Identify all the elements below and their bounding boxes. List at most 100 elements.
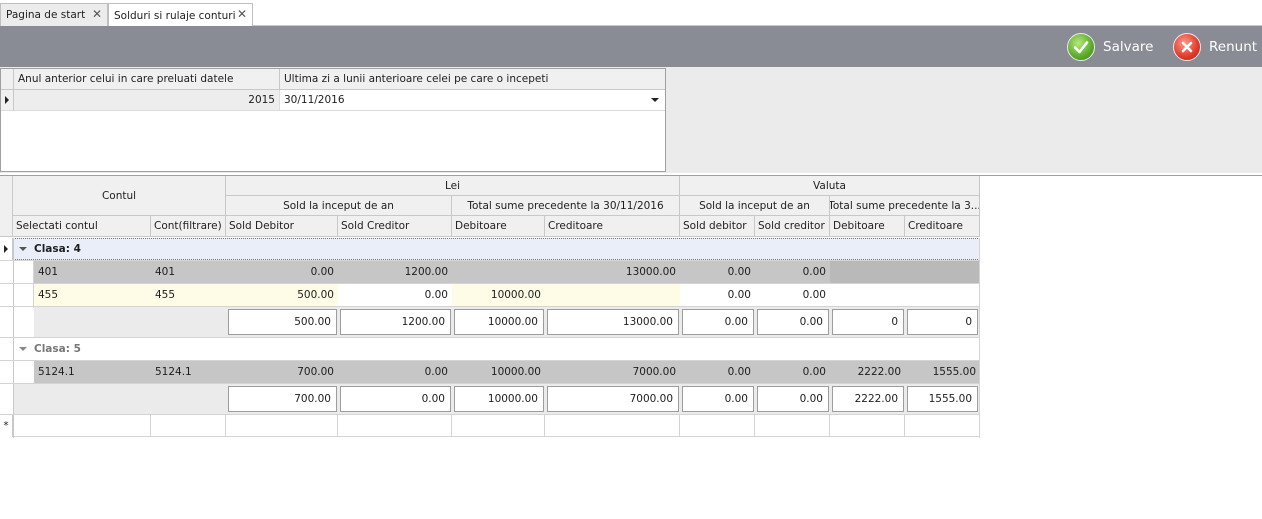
cancel-label: Renunt bbox=[1209, 38, 1258, 55]
table-cell[interactable]: 0.00 bbox=[680, 284, 755, 306]
table-cell[interactable]: 0.00 bbox=[680, 261, 755, 283]
total-cell: 0.00 bbox=[340, 386, 451, 412]
grid-line bbox=[225, 415, 226, 437]
current-row-arrow-icon bbox=[5, 96, 9, 104]
total-cell: 1555.00 bbox=[907, 386, 978, 412]
table-cell[interactable]: 455 bbox=[151, 284, 226, 306]
table-cell[interactable]: 0.00 bbox=[755, 261, 830, 283]
tab-label: Pagina de start bbox=[6, 9, 86, 21]
grid-line bbox=[829, 415, 830, 437]
total-cell: 0.00 bbox=[757, 386, 829, 412]
table-cell[interactable] bbox=[905, 261, 980, 283]
group-label: Clasa: 5 bbox=[34, 343, 81, 355]
table-cell[interactable]: 0.00 bbox=[226, 261, 338, 283]
band-lei-total: Total sume precedente la 30/11/2016 bbox=[452, 196, 680, 216]
total-cell: 500.00 bbox=[228, 309, 337, 335]
table-cell[interactable] bbox=[830, 261, 905, 283]
table-cell[interactable]: 10000.00 bbox=[452, 361, 545, 383]
grid-line bbox=[0, 260, 980, 261]
total-cell: 10000.00 bbox=[454, 309, 544, 335]
chevron-down-icon[interactable] bbox=[651, 98, 659, 102]
cancel-button[interactable]: Renunt bbox=[1173, 32, 1257, 61]
table-cell[interactable] bbox=[905, 284, 980, 306]
column-header-year[interactable]: Anul anterior celui in care preluati dat… bbox=[14, 69, 280, 90]
table-cell[interactable]: 0.00 bbox=[680, 361, 755, 383]
row-indicator[interactable] bbox=[0, 238, 13, 260]
new-row-indicator[interactable]: * bbox=[0, 415, 13, 437]
table-cell[interactable]: 5124.1 bbox=[34, 361, 151, 383]
table-cell[interactable]: 0.00 bbox=[755, 284, 830, 306]
total-cell: 2222.00 bbox=[832, 386, 904, 412]
grid-line bbox=[754, 415, 755, 437]
column-header-valuta-creditoare[interactable]: Creditoare bbox=[905, 216, 980, 237]
grid-line bbox=[0, 337, 980, 338]
save-label: Salvare bbox=[1103, 38, 1154, 55]
current-row-arrow-icon bbox=[4, 245, 8, 253]
grid-line bbox=[33, 260, 34, 308]
band-valuta-sold: Sold la inceput de an bbox=[680, 196, 830, 216]
table-cell[interactable]: 2222.00 bbox=[830, 361, 905, 383]
header-corner bbox=[0, 176, 13, 237]
table-cell[interactable]: 10000.00 bbox=[452, 284, 545, 306]
total-cell: 0.00 bbox=[757, 309, 829, 335]
column-header-date[interactable]: Ultima zi a lunii anterioare celei pe ca… bbox=[280, 69, 665, 90]
parameters-panel: Anul anterior celui in care preluati dat… bbox=[0, 67, 1262, 173]
date-select[interactable]: 30/11/2016 bbox=[280, 90, 665, 111]
table-cell[interactable]: 401 bbox=[151, 261, 226, 283]
table-cell[interactable]: 0.00 bbox=[755, 361, 830, 383]
check-circle-icon bbox=[1067, 32, 1095, 61]
column-header-cont-filtrare[interactable]: Cont(filtrare) bbox=[151, 216, 226, 237]
close-icon[interactable]: ✕ bbox=[237, 7, 247, 21]
column-header-valuta-sold-debitor[interactable]: Sold debitor bbox=[680, 216, 755, 237]
table-cell[interactable]: 1200.00 bbox=[338, 261, 452, 283]
table-cell[interactable] bbox=[545, 284, 680, 306]
tab-solduri-si-rulaje-conturi[interactable]: Solduri si rulaje conturi ✕ bbox=[108, 3, 253, 27]
table-cell[interactable]: 500.00 bbox=[226, 284, 338, 306]
table-cell[interactable]: 7000.00 bbox=[545, 361, 680, 383]
band-valuta: Valuta bbox=[680, 176, 980, 196]
band-contul: Contul bbox=[13, 176, 226, 216]
total-cell: 1200.00 bbox=[340, 309, 451, 335]
tab-bar: Pagina de start ✕ Solduri si rulaje cont… bbox=[0, 0, 1262, 27]
tab-pagina-de-start[interactable]: Pagina de start ✕ bbox=[0, 3, 108, 26]
band-lei-sold: Sold la inceput de an bbox=[226, 196, 452, 216]
save-button[interactable]: Salvare bbox=[1067, 32, 1153, 61]
group-row-clasa-4[interactable]: Clasa: 4 bbox=[13, 238, 980, 260]
table-cell[interactable]: 13000.00 bbox=[545, 261, 680, 283]
table-cell[interactable] bbox=[830, 284, 905, 306]
chevron-down-icon[interactable] bbox=[19, 247, 27, 251]
total-cell: 0 bbox=[832, 309, 904, 335]
column-header-valuta-sold-creditor[interactable]: Sold creditor bbox=[755, 216, 830, 237]
table-cell[interactable]: 401 bbox=[34, 261, 151, 283]
table-cell[interactable] bbox=[452, 261, 545, 283]
close-icon[interactable]: ✕ bbox=[92, 7, 102, 21]
column-header-sold-creditor[interactable]: Sold Creditor bbox=[338, 216, 452, 237]
table-cell[interactable]: 1555.00 bbox=[905, 361, 980, 383]
grid-line bbox=[451, 415, 452, 437]
grid-line bbox=[0, 414, 980, 415]
group-row-clasa-5[interactable]: Clasa: 5 bbox=[13, 338, 980, 360]
table-cell[interactable]: 5124.1 bbox=[151, 361, 226, 383]
column-header-selectati-contul[interactable]: Selectati contul bbox=[13, 216, 151, 237]
asterisk-icon: * bbox=[3, 420, 9, 432]
toolbar: Salvare Renunt bbox=[0, 26, 1262, 67]
row-indicator[interactable] bbox=[1, 90, 14, 111]
chevron-down-icon[interactable] bbox=[19, 347, 27, 351]
table-cell[interactable]: 455 bbox=[34, 284, 151, 306]
table-cell[interactable]: 700.00 bbox=[226, 361, 338, 383]
parameters-grid: Anul anterior celui in care preluati dat… bbox=[0, 68, 666, 172]
table-cell[interactable]: 0.00 bbox=[338, 284, 452, 306]
new-row[interactable] bbox=[13, 415, 980, 437]
total-cell: 7000.00 bbox=[547, 386, 679, 412]
column-header-creditoare[interactable]: Creditoare bbox=[545, 216, 680, 237]
table-cell[interactable]: 0.00 bbox=[338, 361, 452, 383]
total-cell: 0.00 bbox=[682, 309, 754, 335]
column-header-debitoare[interactable]: Debitoare bbox=[452, 216, 545, 237]
grid-line bbox=[150, 415, 151, 437]
column-header-valuta-debitoare[interactable]: Debitoare bbox=[830, 216, 905, 237]
total-cell: 13000.00 bbox=[547, 309, 679, 335]
column-header-sold-debitor[interactable]: Sold Debitor bbox=[226, 216, 338, 237]
band-lei: Lei bbox=[226, 176, 680, 196]
year-cell[interactable]: 2015 bbox=[14, 90, 280, 111]
grid-line bbox=[544, 415, 545, 437]
